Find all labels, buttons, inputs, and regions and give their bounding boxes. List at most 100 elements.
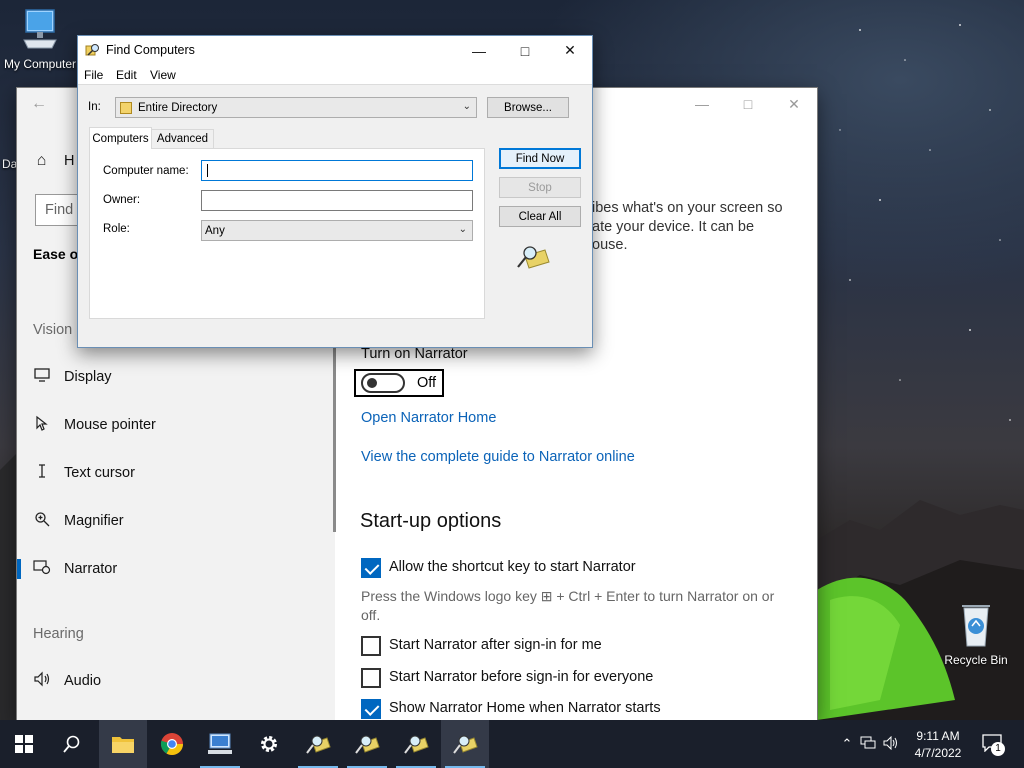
menu-edit[interactable]: Edit (116, 68, 137, 82)
sidebar-item-label: H (64, 153, 75, 169)
chevron-down-icon: ⌄ (458, 224, 467, 235)
home-icon: ⌂ (36, 152, 47, 169)
after-signin-label: Start Narrator after sign-in for me (389, 637, 602, 653)
dialog-title: Find Computers (106, 43, 195, 57)
clock-date: 4/7/2022 (914, 746, 962, 760)
owner-field[interactable] (201, 190, 473, 211)
shortcut-key-label: Allow the shortcut key to start Narrator (389, 559, 636, 575)
close-icon[interactable]: ✕ (547, 36, 593, 65)
text-cursor-icon (17, 463, 64, 484)
desktop-icon-recycle-bin[interactable]: Recycle Bin (938, 600, 1014, 667)
sidebar-header-vision: Vision (33, 322, 73, 338)
network-computer-icon[interactable] (196, 720, 244, 768)
network-icon[interactable] (856, 736, 880, 753)
computers-tab-panel: Computer name: Owner: Role: Any ⌄ (89, 148, 485, 319)
toggle-switch[interactable] (361, 373, 405, 393)
tab-label: Computers (92, 132, 149, 145)
menu-view[interactable]: View (150, 68, 176, 82)
narrator-guide-link[interactable]: View the complete guide to Narrator onli… (361, 449, 635, 465)
computer-icon (23, 9, 57, 49)
dialog-titlebar[interactable]: Find Computers — □ ✕ (78, 36, 592, 65)
in-scope-value: Entire Directory (138, 101, 218, 114)
narrator-toggle[interactable]: Off (354, 369, 444, 397)
tab-label: Advanced (156, 133, 209, 145)
notification-badge: 1 (991, 742, 1005, 756)
narrator-description-line: ibes what's on your screen so (592, 200, 783, 216)
find-computers-icon (85, 42, 101, 61)
find-icon[interactable] (343, 720, 391, 768)
narrator-description-line: ouse. (592, 237, 628, 253)
role-label: Role: (103, 223, 130, 235)
close-icon[interactable]: ✕ (771, 88, 817, 120)
tab-computers[interactable]: Computers (89, 127, 152, 149)
sidebar-item-audio[interactable]: Audio (17, 661, 335, 701)
computer-name-field[interactable] (201, 160, 473, 181)
sidebar-header-hearing: Hearing (33, 626, 84, 642)
start-icon[interactable] (0, 720, 48, 768)
sidebar-item-label: Text cursor (64, 465, 135, 481)
role-select[interactable]: Any ⌄ (201, 220, 473, 241)
clock[interactable]: 9:11 AM 4/7/2022 (906, 728, 970, 762)
sidebar-item-label: Narrator (64, 561, 118, 577)
show-home-label: Show Narrator Home when Narrator starts (389, 700, 661, 716)
clear-all-button[interactable]: Clear All (499, 206, 581, 227)
clock-time: 9:11 AM (916, 729, 960, 743)
notification-center-icon[interactable]: 1 (982, 734, 1006, 756)
directory-icon (120, 101, 132, 114)
in-scope-select[interactable]: Entire Directory ⌄ (115, 97, 477, 118)
chevron-down-icon: ⌄ (462, 101, 471, 112)
magnifier-icon (17, 511, 64, 532)
desktop-icon-label: Da (2, 157, 18, 171)
sidebar-item-text-cursor[interactable]: Text cursor (17, 453, 335, 493)
sidebar-item-display[interactable]: Display (17, 357, 335, 397)
volume-icon[interactable] (880, 735, 902, 753)
tab-advanced[interactable]: Advanced (152, 129, 214, 148)
menu-file[interactable]: File (84, 68, 103, 82)
toggle-state-label: Off (417, 375, 437, 391)
in-label: In: (88, 101, 101, 113)
find-icon[interactable] (441, 720, 489, 768)
recycle-bin-icon (962, 605, 990, 647)
system-tray: ⌃ (838, 720, 902, 768)
minimize-icon[interactable]: — (456, 36, 502, 65)
show-home-checkbox[interactable] (361, 699, 381, 719)
monitor-icon (17, 367, 64, 387)
chrome-icon[interactable] (148, 720, 196, 768)
narrator-icon (17, 559, 64, 580)
gear-icon[interactable] (245, 720, 293, 768)
speaker-icon (17, 671, 64, 692)
sidebar-item-narrator[interactable]: Narrator (17, 549, 335, 589)
sidebar-item-label: Audio (64, 673, 102, 689)
before-signin-label: Start Narrator before sign-in for everyo… (389, 669, 654, 685)
search-animation-icon (515, 242, 551, 275)
open-narrator-home-link[interactable]: Open Narrator Home (361, 410, 496, 426)
find-icon[interactable] (294, 720, 342, 768)
sidebar-item-label: Mouse pointer (64, 417, 156, 433)
stop-button: Stop (499, 177, 581, 198)
browse-button[interactable]: Browse... (487, 97, 569, 118)
find-icon[interactable] (392, 720, 440, 768)
desktop-icon-label: My Computer (3, 57, 77, 71)
maximize-icon[interactable]: □ (725, 88, 771, 120)
sidebar-item-mouse-pointer[interactable]: Mouse pointer (17, 405, 335, 445)
startup-options-title: Start-up options (360, 510, 502, 532)
minimize-icon[interactable]: — (679, 88, 725, 120)
sidebar-item-label: Display (64, 369, 112, 385)
desktop-icon-my-computer[interactable]: My Computer (0, 8, 80, 71)
back-arrow-icon[interactable]: ← (31, 95, 47, 113)
find-now-button[interactable]: Find Now (499, 148, 581, 169)
shortcut-key-checkbox[interactable] (361, 558, 381, 578)
find-computers-dialog: Find Computers — □ ✕ File Edit View In: … (77, 35, 593, 348)
sidebar-item-label: Magnifier (64, 513, 124, 529)
chevron-up-icon[interactable]: ⌃ (838, 736, 856, 752)
file-explorer-icon[interactable] (99, 720, 147, 768)
text-caret (207, 164, 208, 177)
taskbar: ⌃ 9:11 AM 4/7/2022 1 (0, 720, 1024, 768)
narrator-description-line: ate your device. It can be (592, 219, 755, 235)
sidebar-item-magnifier[interactable]: Magnifier (17, 501, 335, 541)
maximize-icon[interactable]: □ (502, 36, 548, 65)
shortcut-note: Press the Windows logo key ⊞ + Ctrl + En… (361, 588, 775, 623)
after-signin-checkbox[interactable] (361, 636, 381, 656)
before-signin-checkbox[interactable] (361, 668, 381, 688)
search-icon[interactable] (48, 720, 96, 768)
